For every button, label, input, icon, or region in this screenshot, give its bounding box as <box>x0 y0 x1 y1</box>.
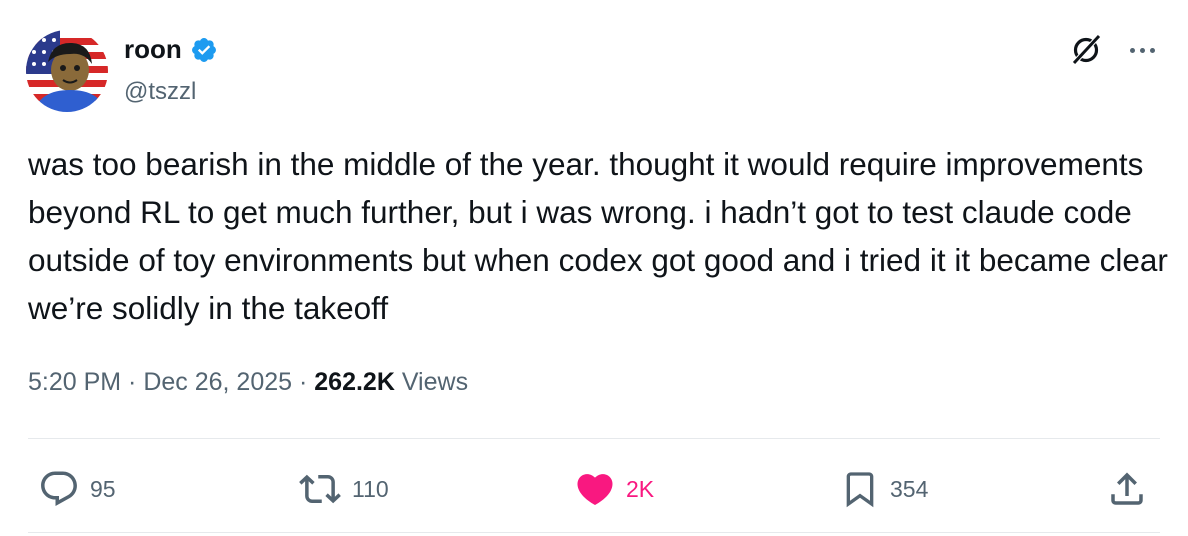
like-count: 2K <box>626 475 655 502</box>
like-button[interactable]: 2K <box>574 468 654 510</box>
meta-separator: · <box>121 368 144 396</box>
tweet-text: was too bearish in the middle of the yea… <box>28 146 1177 326</box>
author-display-name[interactable]: roon <box>124 34 182 65</box>
tweet-time[interactable]: 5:20 PM <box>28 368 121 397</box>
repost-icon <box>299 474 341 504</box>
repost-count: 110 <box>352 475 389 502</box>
like-icon <box>577 474 613 506</box>
author-name-row: roon <box>124 34 218 65</box>
author-handle[interactable]: @tszzl <box>124 78 196 106</box>
reply-icon <box>41 471 77 506</box>
grok-icon[interactable] <box>1068 32 1104 68</box>
bookmark-button[interactable]: 354 <box>840 468 928 510</box>
views-count[interactable]: 262.2K <box>314 368 395 397</box>
tweet-date[interactable]: Dec 26, 2025 <box>143 368 292 397</box>
verified-badge-icon <box>191 37 216 62</box>
more-icon[interactable] <box>1124 40 1160 60</box>
repost-button[interactable]: 110 <box>298 468 389 510</box>
bookmark-count: 354 <box>890 475 929 502</box>
reply-count: 95 <box>90 475 116 502</box>
meta-separator: · <box>292 368 315 396</box>
bookmark-icon <box>846 472 874 508</box>
divider <box>28 438 1160 439</box>
divider <box>28 532 1160 533</box>
share-icon <box>1111 472 1143 505</box>
views-label: Views <box>394 368 469 396</box>
share-button[interactable] <box>1106 468 1148 510</box>
tweet-meta: 5:20 PM · Dec 26, 2025 · 262.2K Views <box>28 368 468 397</box>
reply-button[interactable]: 95 <box>38 468 116 510</box>
avatar[interactable] <box>26 30 108 112</box>
